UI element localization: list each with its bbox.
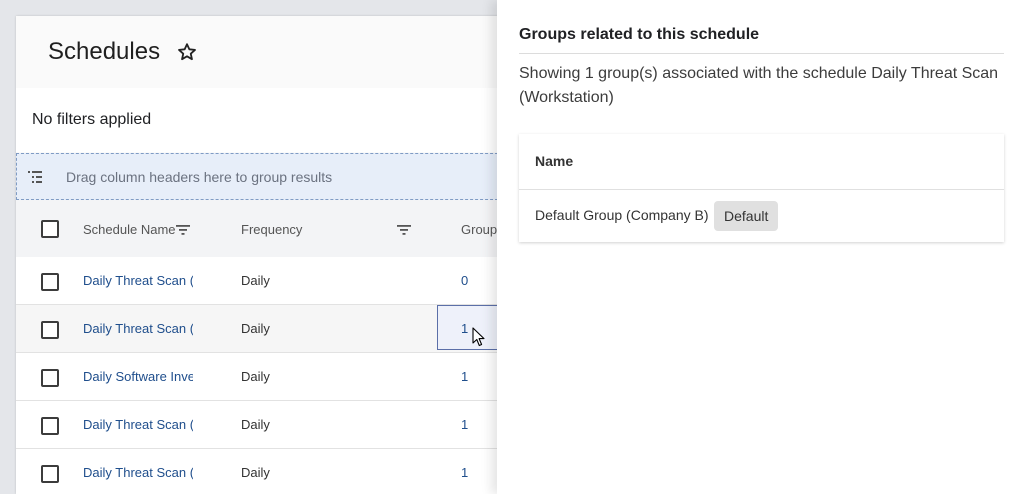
frequency-cell: Daily	[241, 465, 270, 480]
select-all-checkbox[interactable]	[41, 220, 59, 238]
row-checkbox[interactable]	[41, 273, 59, 291]
mouse-pointer-icon	[472, 327, 485, 347]
group-rows-icon	[28, 171, 42, 183]
related-groups-panel: Groups related to this schedule Showing …	[497, 0, 1017, 494]
column-header-name[interactable]: Name	[535, 153, 573, 169]
groups-count-link[interactable]: 0	[461, 273, 468, 288]
row-checkbox[interactable]	[41, 321, 59, 339]
column-header-frequency[interactable]: Frequency	[241, 222, 302, 237]
schedule-name-link[interactable]: Daily Threat Scan (S	[83, 273, 193, 288]
schedule-name-link[interactable]: Daily Threat Scan (W	[83, 321, 193, 336]
groups-count-link[interactable]: 1	[461, 465, 468, 480]
panel-description: Showing 1 group(s) associated with the s…	[519, 65, 999, 106]
table-row[interactable]: Default Group (Company B) Default	[519, 190, 1004, 242]
frequency-cell: Daily	[241, 369, 270, 384]
groups-count-link[interactable]: 1	[461, 321, 468, 336]
groups-count-link[interactable]: 1	[461, 417, 468, 432]
filter-icon[interactable]	[397, 224, 411, 236]
page-title: Schedules	[48, 38, 161, 65]
groups-table-header: Name	[519, 134, 1004, 190]
row-checkbox[interactable]	[41, 465, 59, 483]
panel-divider	[519, 53, 1004, 54]
group-name: Default Group (Company B)	[535, 207, 709, 223]
schedule-name-link[interactable]: Daily Threat Scan (W	[83, 465, 193, 480]
sort-icon[interactable]	[176, 224, 190, 236]
default-badge: Default	[714, 201, 779, 231]
column-header-schedule-name[interactable]: Schedule Name	[83, 222, 176, 237]
filters-status: No filters applied	[32, 111, 152, 128]
column-header-groups[interactable]: Group	[461, 222, 497, 237]
row-checkbox[interactable]	[41, 417, 59, 435]
panel-title: Groups related to this schedule	[519, 26, 760, 43]
groups-table: Name Default Group (Company B) Default	[519, 134, 1004, 242]
star-icon[interactable]	[176, 41, 198, 63]
groups-count-link[interactable]: 1	[461, 369, 468, 384]
group-drop-hint: Drag column headers here to group result…	[66, 169, 333, 185]
schedule-name-link[interactable]: Daily Threat Scan (W	[83, 417, 193, 432]
frequency-cell: Daily	[241, 417, 270, 432]
row-checkbox[interactable]	[41, 369, 59, 387]
frequency-cell: Daily	[241, 321, 270, 336]
frequency-cell: Daily	[241, 273, 270, 288]
schedule-name-link[interactable]: Daily Software Inve	[83, 369, 193, 384]
